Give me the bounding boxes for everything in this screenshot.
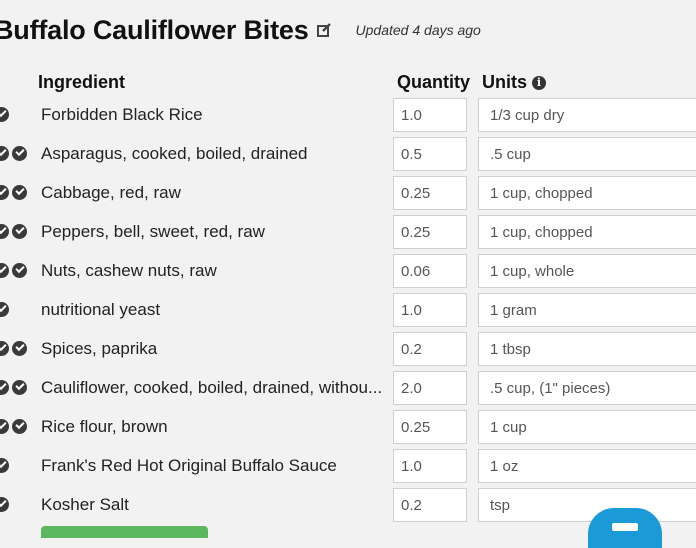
ingredient-name: Spices, paprika: [41, 339, 158, 358]
ingredient-name: nutritional yeast: [41, 300, 161, 319]
check-circle-icon[interactable]: [12, 224, 27, 239]
quantity-input[interactable]: [393, 254, 467, 288]
ingredient-name: Frank's Red Hot Original Buffalo Sauce: [41, 456, 337, 475]
updated-timestamp: Updated 4 days ago: [355, 22, 481, 38]
quantity-input[interactable]: [393, 293, 467, 327]
check-circle-icon[interactable]: [0, 302, 9, 317]
recipe-header: Buffalo Cauliflower Bites Updated 4 days…: [0, 12, 481, 48]
ingredient-row: Nuts, cashew nuts, raw: [0, 252, 696, 291]
status-checks: [0, 107, 12, 122]
check-circle-icon[interactable]: [0, 458, 9, 473]
units-input[interactable]: [478, 137, 696, 171]
quantity-input[interactable]: [393, 449, 467, 483]
units-input[interactable]: [478, 410, 696, 444]
check-circle-icon[interactable]: [0, 419, 9, 434]
column-header-ingredient: Ingredient: [38, 72, 126, 92]
check-circle-icon[interactable]: [0, 185, 9, 200]
check-circle-icon[interactable]: [12, 341, 27, 356]
check-circle-icon[interactable]: [0, 224, 9, 239]
ingredient-row: Forbidden Black Rice: [0, 96, 696, 135]
recipe-title: Buffalo Cauliflower Bites: [0, 14, 309, 45]
units-input[interactable]: [478, 488, 696, 522]
check-circle-icon[interactable]: [0, 497, 9, 512]
units-input[interactable]: [478, 254, 696, 288]
ingredient-name: Forbidden Black Rice: [41, 105, 203, 124]
quantity-input[interactable]: [393, 371, 467, 405]
quantity-input[interactable]: [393, 176, 467, 210]
ingredient-row: Spices, paprika: [0, 330, 696, 369]
ingredient-name: Peppers, bell, sweet, red, raw: [41, 222, 265, 241]
check-circle-icon[interactable]: [12, 380, 27, 395]
check-circle-icon[interactable]: [12, 146, 27, 161]
ingredient-name: Nuts, cashew nuts, raw: [41, 261, 217, 280]
ingredient-row: Frank's Red Hot Original Buffalo Sauce: [0, 447, 696, 486]
check-circle-icon[interactable]: [12, 263, 27, 278]
ingredient-row: Asparagus, cooked, boiled, drained: [0, 135, 696, 174]
check-circle-icon[interactable]: [12, 419, 27, 434]
quantity-input[interactable]: [393, 488, 467, 522]
quantity-input[interactable]: [393, 410, 467, 444]
units-input[interactable]: [478, 332, 696, 366]
units-input[interactable]: [478, 98, 696, 132]
units-input[interactable]: [478, 371, 696, 405]
units-input[interactable]: [478, 293, 696, 327]
status-checks: [0, 302, 12, 317]
check-circle-icon[interactable]: [0, 146, 9, 161]
check-circle-icon[interactable]: [12, 185, 27, 200]
ingredient-name: Cabbage, red, raw: [41, 183, 181, 202]
status-checks: [0, 263, 30, 278]
ingredient-name: Rice flour, brown: [41, 417, 168, 436]
status-checks: [0, 458, 12, 473]
ingredient-list: Forbidden Black Rice Asparagus, cooked, b…: [0, 96, 696, 525]
check-circle-icon[interactable]: [0, 107, 9, 122]
edit-icon[interactable]: [316, 22, 332, 38]
quantity-input[interactable]: [393, 332, 467, 366]
check-circle-icon[interactable]: [0, 341, 9, 356]
units-input[interactable]: [478, 449, 696, 483]
chat-icon[interactable]: [588, 508, 662, 548]
status-checks: [0, 419, 30, 434]
status-checks: [0, 224, 30, 239]
quantity-input[interactable]: [393, 137, 467, 171]
ingredient-row: nutritional yeast: [0, 291, 696, 330]
status-checks: [0, 146, 30, 161]
ingredient-name: Cauliflower, cooked, boiled, drained, wi…: [41, 378, 383, 397]
check-circle-icon[interactable]: [0, 263, 9, 278]
status-checks: [0, 380, 30, 395]
ingredient-name: Asparagus, cooked, boiled, drained: [41, 144, 308, 163]
quantity-input[interactable]: [393, 215, 467, 249]
column-header-units-label: Units: [482, 72, 527, 92]
check-circle-icon[interactable]: [0, 380, 9, 395]
ingredient-row: Cabbage, red, raw: [0, 174, 696, 213]
units-input[interactable]: [478, 215, 696, 249]
ingredient-row: Rice flour, brown: [0, 408, 696, 447]
ingredient-row: Peppers, bell, sweet, red, raw: [0, 213, 696, 252]
ingredient-name: Kosher Salt: [41, 495, 129, 514]
quantity-input[interactable]: [393, 98, 467, 132]
info-icon[interactable]: i: [532, 75, 546, 90]
status-checks: [0, 497, 12, 512]
units-input[interactable]: [478, 176, 696, 210]
ingredient-row: Cauliflower, cooked, boiled, drained, wi…: [0, 369, 696, 408]
status-checks: [0, 341, 30, 356]
column-header-units: Units i: [482, 72, 546, 93]
status-checks: [0, 185, 30, 200]
column-header-quantity: Quantity: [397, 72, 471, 92]
add-ingredient-button[interactable]: [41, 526, 208, 538]
